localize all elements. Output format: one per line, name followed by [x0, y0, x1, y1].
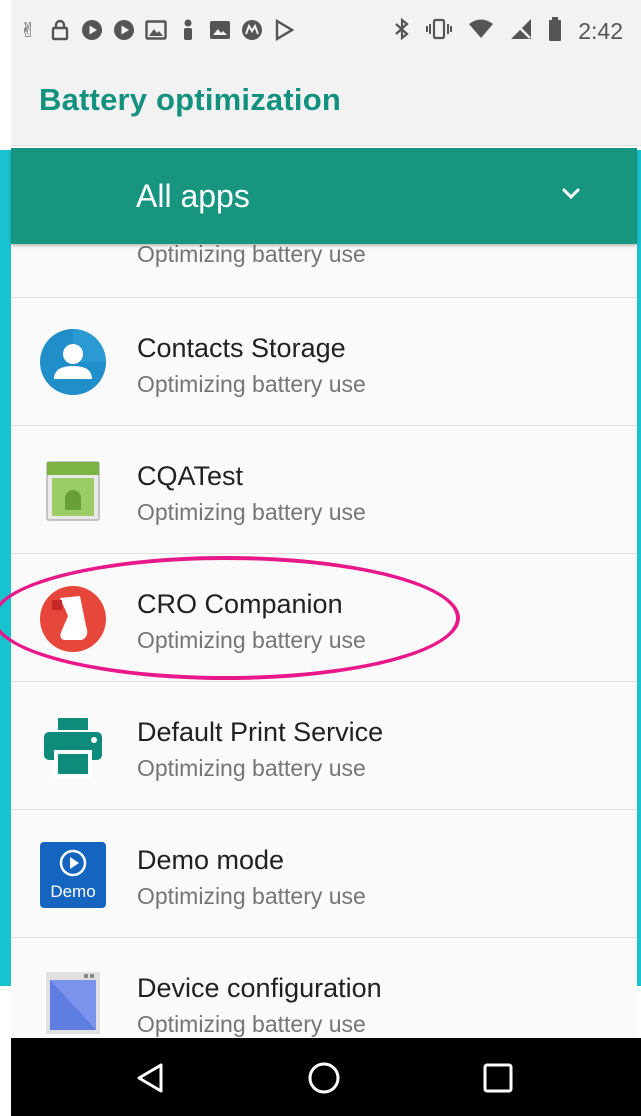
cqatest-icon: [46, 461, 100, 521]
image-icon: [209, 18, 231, 42]
demo-mode-icon: Demo: [40, 842, 106, 908]
frame-right-edge: [637, 150, 641, 986]
navigation-bar: [11, 1038, 641, 1116]
status-time: 2:42: [578, 18, 623, 44]
app-name: CQATest: [137, 461, 244, 491]
play-store-icon: [273, 18, 295, 42]
play-circle-icon: [59, 849, 87, 877]
filter-selected-label: All apps: [136, 178, 250, 214]
hands-icon: ✌: [19, 18, 37, 42]
play-circle-icon: [81, 18, 103, 42]
app-list[interactable]: Optimizing battery use Contacts Storage …: [11, 244, 637, 1038]
list-item[interactable]: Contacts Storage Optimizing battery use: [11, 298, 637, 426]
notification-icons: ✌: [17, 18, 295, 42]
list-item[interactable]: CQATest Optimizing battery use: [11, 426, 637, 554]
page-title: Battery optimization: [39, 82, 341, 117]
contacts-storage-icon: [40, 329, 106, 395]
app-name: CRO Companion: [137, 589, 343, 619]
play-circle-icon: [113, 18, 135, 42]
photo-icon: [145, 18, 167, 42]
system-icons: 2:42: [394, 17, 623, 46]
cro-companion-icon: [40, 586, 106, 652]
chevron-down-icon[interactable]: [557, 180, 585, 208]
app-status: Optimizing battery use: [137, 371, 366, 397]
app-status: Optimizing battery use: [137, 755, 366, 781]
list-item[interactable]: Demo Demo mode Optimizing battery use: [11, 810, 637, 938]
no-signal-icon: [510, 18, 532, 45]
demo-icon-label: Demo: [50, 882, 96, 901]
app-status: Optimizing battery use: [137, 244, 366, 267]
app-name: Default Print Service: [137, 717, 384, 747]
app-name: Demo mode: [137, 845, 285, 875]
battery-icon: [548, 17, 562, 46]
app-bar: Battery optimization: [11, 62, 641, 146]
app-status: Optimizing battery use: [137, 1011, 366, 1037]
wifi-icon: [468, 19, 494, 44]
app-name: Contacts Storage: [137, 333, 346, 363]
printer-icon: [44, 718, 102, 778]
app-status: Optimizing battery use: [137, 883, 366, 909]
recents-icon[interactable]: [480, 1060, 516, 1096]
device-configuration-icon: [46, 972, 100, 1034]
app-name: Device configuration: [137, 973, 382, 1003]
status-bar: ✌ 2:42: [11, 0, 641, 62]
app-status: Optimizing battery use: [137, 627, 366, 653]
list-item[interactable]: CRO Companion Optimizing battery use: [11, 554, 637, 682]
frame-left-edge: [0, 150, 11, 986]
list-item[interactable]: Optimizing battery use: [11, 244, 637, 298]
person-icon: [177, 18, 199, 42]
back-icon[interactable]: [134, 1060, 170, 1096]
list-item[interactable]: Device configuration Optimizing battery …: [11, 938, 637, 1038]
vibrate-icon: [426, 18, 453, 45]
bluetooth-icon: [394, 17, 410, 46]
home-icon[interactable]: [306, 1060, 342, 1096]
lock-icon: [49, 18, 71, 42]
app-status: Optimizing battery use: [137, 499, 366, 525]
app-filter-dropdown[interactable]: All apps: [11, 148, 637, 244]
list-item[interactable]: Default Print Service Optimizing battery…: [11, 682, 637, 810]
motorola-icon: [241, 18, 263, 42]
